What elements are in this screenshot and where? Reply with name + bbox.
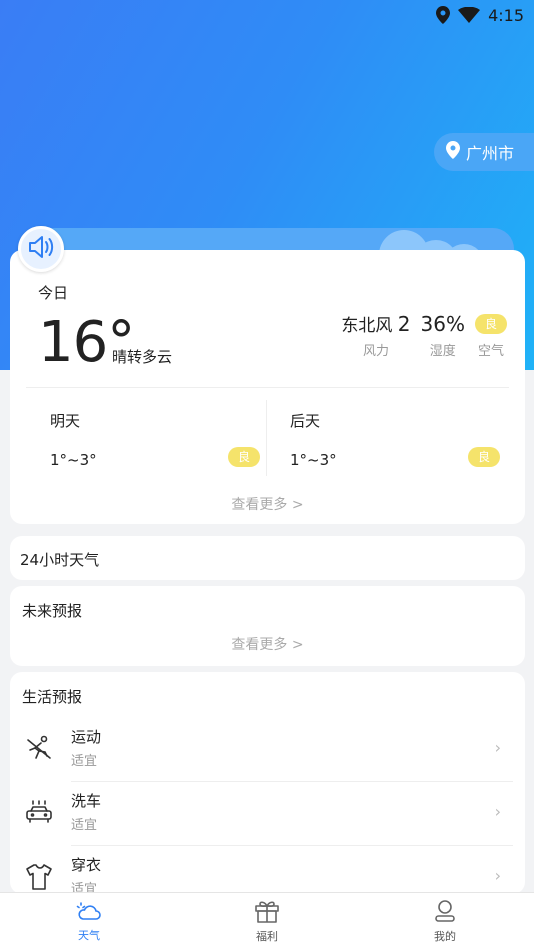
day-after-tomorrow-forecast[interactable]: 后天 1°~3° 良 [290, 410, 500, 469]
status-time: 4:15 [488, 5, 524, 25]
life-item-name: 穿衣 [71, 856, 102, 874]
hourly-title: 24小时天气 [20, 551, 100, 569]
tab-profile[interactable]: 我的 [356, 893, 534, 949]
future-title: 未来预报 [22, 602, 83, 620]
life-item-name: 洗车 [71, 792, 102, 810]
hourly-weather-card: 24小时天气 [10, 536, 525, 580]
speaker-icon [27, 234, 55, 264]
wifi-icon [458, 7, 481, 23]
car-wash-icon [24, 798, 54, 828]
humidity-metric: 36% 湿度 [421, 310, 465, 359]
tab-label: 天气 [78, 928, 100, 942]
sport-icon [24, 734, 54, 764]
weather-condition: 晴转多云 [112, 348, 173, 366]
today-weather-card: 今日 16° 晴转多云 东北风 2 风力 36% 湿度 良 空气 明天 1°~3… [10, 250, 525, 524]
profile-icon [433, 899, 457, 926]
life-item-status: 适宜 [71, 754, 98, 769]
chevron-right-icon: › [494, 738, 501, 757]
life-item-clothing[interactable]: 穿衣 适宜 › [10, 846, 525, 894]
map-pin-icon [446, 141, 460, 163]
life-item-name: 运动 [71, 728, 102, 746]
air-quality-badge: 良 [227, 447, 260, 467]
weather-icon [76, 900, 102, 925]
status-bar: 4:15 [0, 0, 534, 30]
life-forecast-card: 生活预报 运动 适宜 › 洗车 适宜 › 穿衣 适宜 › [10, 672, 525, 894]
wind-metric: 东北风 2 风力 [341, 310, 410, 359]
tab-label: 我的 [434, 929, 456, 943]
wind-direction: 东北风 [341, 316, 393, 336]
wind-level: 2 [397, 312, 411, 336]
tab-label: 福利 [256, 929, 278, 943]
city-selector[interactable]: 广州市 [434, 133, 534, 171]
humidity-value: 36% [420, 312, 465, 336]
air-metric: 良 空气 [474, 310, 507, 359]
future-see-more-link[interactable]: 查看更多 > [10, 634, 525, 654]
tab-welfare[interactable]: 福利 [178, 893, 356, 949]
life-item-car-wash[interactable]: 洗车 适宜 › [10, 782, 525, 846]
humidity-label: 湿度 [429, 344, 456, 359]
divider [266, 400, 267, 476]
clothing-icon [24, 862, 54, 892]
tomorrow-forecast[interactable]: 明天 1°~3° 良 [50, 410, 260, 469]
life-item-sport[interactable]: 运动 适宜 › [10, 718, 525, 782]
day-name: 明天 [50, 412, 81, 430]
wind-label: 风力 [362, 344, 389, 359]
location-status-icon [436, 6, 451, 24]
air-quality-badge: 良 [467, 447, 500, 467]
tab-weather[interactable]: 天气 [0, 893, 178, 949]
divider [26, 387, 509, 388]
chevron-right-icon: › [494, 866, 501, 885]
today-label: 今日 [38, 284, 69, 302]
life-title: 生活预报 [22, 688, 83, 706]
day-name: 后天 [290, 412, 321, 430]
city-name: 广州市 [466, 144, 515, 163]
air-quality-badge: 良 [474, 314, 507, 334]
bottom-tab-bar: 天气 福利 我的 [0, 892, 534, 949]
life-item-status: 适宜 [71, 818, 98, 833]
see-more-link[interactable]: 查看更多 > [10, 494, 525, 514]
voice-broadcast-button[interactable] [18, 226, 64, 272]
air-label: 空气 [477, 344, 504, 359]
weather-metrics: 东北风 2 风力 36% 湿度 良 空气 [341, 310, 507, 359]
gift-icon [254, 899, 280, 926]
chevron-right-icon: › [494, 802, 501, 821]
future-forecast-card: 未来预报 查看更多 > [10, 586, 525, 666]
